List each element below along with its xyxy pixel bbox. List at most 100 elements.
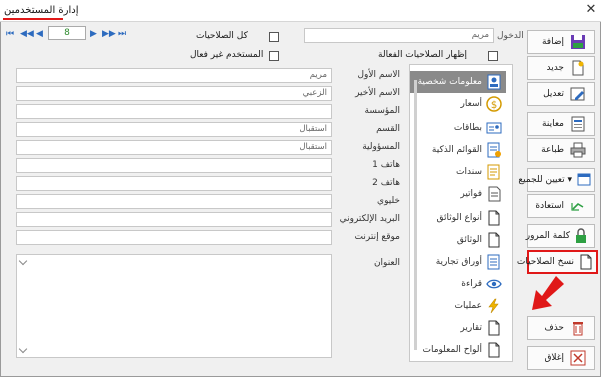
phone1-input[interactable] (16, 158, 332, 173)
responsibility-input[interactable]: استقبال (16, 140, 332, 155)
invoice-icon (486, 185, 502, 203)
first-name-label: الاسم الأول (357, 70, 400, 80)
nav-item-document-types[interactable]: أنواع الوثائق (410, 207, 506, 229)
nav-item-prices[interactable]: أسعار $ (410, 93, 506, 115)
nav-item-invoices[interactable]: فواتير (410, 183, 506, 205)
id-card-icon (486, 119, 502, 137)
dollar-icon: $ (486, 95, 502, 113)
svg-text:$: $ (491, 100, 497, 111)
commercial-paper-icon (486, 253, 502, 271)
nav-item-personal-info[interactable]: معلومات شخصية (410, 71, 506, 93)
inactive-user-checkbox[interactable] (269, 51, 279, 61)
copy-document-icon (578, 252, 594, 272)
lightning-icon (486, 297, 502, 315)
next-page-icon[interactable]: ▶▶ (102, 29, 116, 39)
copy-permissions-button[interactable]: نسخ الصلاحيات (517, 250, 598, 274)
delete-button[interactable]: حذف (527, 316, 595, 340)
preview-button[interactable]: معاينة (527, 112, 595, 136)
new-button-label: جديد (546, 63, 564, 73)
show-active-permissions-checkbox[interactable] (488, 51, 498, 61)
eye-icon (486, 275, 502, 293)
restore-arrow-icon (568, 196, 588, 216)
print-button[interactable]: طباعة (527, 138, 595, 162)
person-card-icon (486, 73, 502, 91)
institution-input[interactable] (16, 104, 332, 119)
password-button[interactable]: كلمة المرور (526, 224, 595, 248)
address-label: العنوان (373, 258, 400, 268)
first-record-icon[interactable]: ⏮ (6, 29, 14, 39)
assign-all-button-label: تعيين للجميع ▾ (518, 175, 572, 185)
assign-icon (576, 170, 592, 190)
last-record-icon[interactable]: ⏭ (118, 29, 126, 39)
title-bar (0, 0, 601, 22)
nav-item-dashboards[interactable]: ألواح المعلومات (410, 339, 506, 361)
show-active-permissions-label: إظهار الصلاحيات الفعالة (378, 50, 467, 60)
phone2-input[interactable] (16, 176, 332, 191)
title-underline (3, 18, 63, 20)
all-permissions-label: كل الصلاحيات (196, 31, 248, 41)
window-title: إدارة المستخدمين (4, 5, 79, 16)
address-textarea[interactable] (16, 254, 332, 358)
assign-all-button[interactable]: تعيين للجميع ▾ (518, 168, 595, 192)
last-name-input[interactable]: الزعبي (16, 86, 332, 101)
prev-record-icon[interactable]: ◀ (36, 29, 43, 39)
website-label: موقع إنترنت (354, 232, 400, 242)
edit-button[interactable]: تعديل (527, 82, 595, 106)
nav-item-smart-lists[interactable]: القوائم الذكية (410, 139, 506, 161)
username-input[interactable]: مريم (304, 28, 494, 43)
lock-icon (574, 226, 588, 246)
first-name-input[interactable]: مريم (16, 68, 332, 83)
nav-item-reports[interactable]: تقارير (410, 317, 506, 339)
report-icon (486, 319, 502, 337)
nav-item-reading[interactable]: قراءة (410, 273, 506, 295)
new-document-icon (568, 58, 588, 78)
record-number-field[interactable]: 8 (48, 26, 86, 40)
smart-list-icon (486, 141, 502, 159)
nav-item-label: تقارير (460, 323, 482, 333)
nav-item-operations[interactable]: عمليات (410, 295, 506, 317)
delete-button-label: حذف (544, 323, 564, 333)
email-label: البريد الإلكتروني (339, 214, 400, 224)
institution-label: المؤسسة (364, 106, 401, 116)
save-disk-icon (568, 32, 588, 52)
nav-item-label: قراءة (461, 279, 482, 289)
nav-item-label: سندات (456, 167, 482, 177)
department-label: القسم (376, 124, 400, 134)
close-button-label: إغلاق (544, 353, 564, 363)
edit-button-label: تعديل (543, 89, 564, 99)
add-button-label: إضافة (541, 37, 564, 47)
printer-icon (568, 140, 588, 160)
nav-item-label: أنواع الوثائق (436, 213, 482, 223)
edit-pencil-icon (568, 84, 588, 104)
add-button[interactable]: إضافة (527, 30, 595, 54)
restore-button[interactable]: استعادة (527, 194, 595, 218)
new-button[interactable]: جديد (527, 56, 595, 80)
window-close-icon[interactable]: ✕ (584, 3, 598, 17)
preview-icon (568, 114, 588, 134)
nav-item-label: بطاقات (453, 123, 482, 133)
next-record-icon[interactable]: ▶ (90, 29, 97, 39)
email-input[interactable] (16, 212, 332, 227)
phone2-label: هاتف 2 (372, 178, 400, 188)
preview-button-label: معاينة (542, 119, 564, 129)
mobile-input[interactable] (16, 194, 332, 209)
responsibility-label: المسؤولية (362, 142, 400, 152)
restore-button-label: استعادة (535, 201, 564, 211)
nav-item-vouchers[interactable]: سندات (410, 161, 506, 183)
voucher-icon (486, 163, 502, 181)
department-input[interactable]: استقبال (16, 122, 332, 137)
phone1-label: هاتف 1 (372, 160, 400, 170)
close-button[interactable]: إغلاق (527, 346, 595, 370)
all-permissions-checkbox[interactable] (269, 32, 279, 42)
prev-page-icon[interactable]: ◀◀ (20, 29, 34, 39)
nav-item-cards[interactable]: بطاقات (410, 117, 506, 139)
nav-scrollbar[interactable] (414, 80, 417, 350)
website-input[interactable] (16, 230, 332, 245)
nav-item-documents[interactable]: الوثائق (410, 229, 506, 251)
last-name-label: الاسم الأخير (355, 88, 400, 98)
nav-item-label: معلومات شخصية (417, 77, 482, 87)
nav-item-commercial-papers[interactable]: أوراق تجارية (410, 251, 506, 273)
close-box-icon (568, 348, 588, 368)
red-arrow-annotation (532, 276, 564, 310)
print-button-label: طباعة (541, 145, 564, 155)
